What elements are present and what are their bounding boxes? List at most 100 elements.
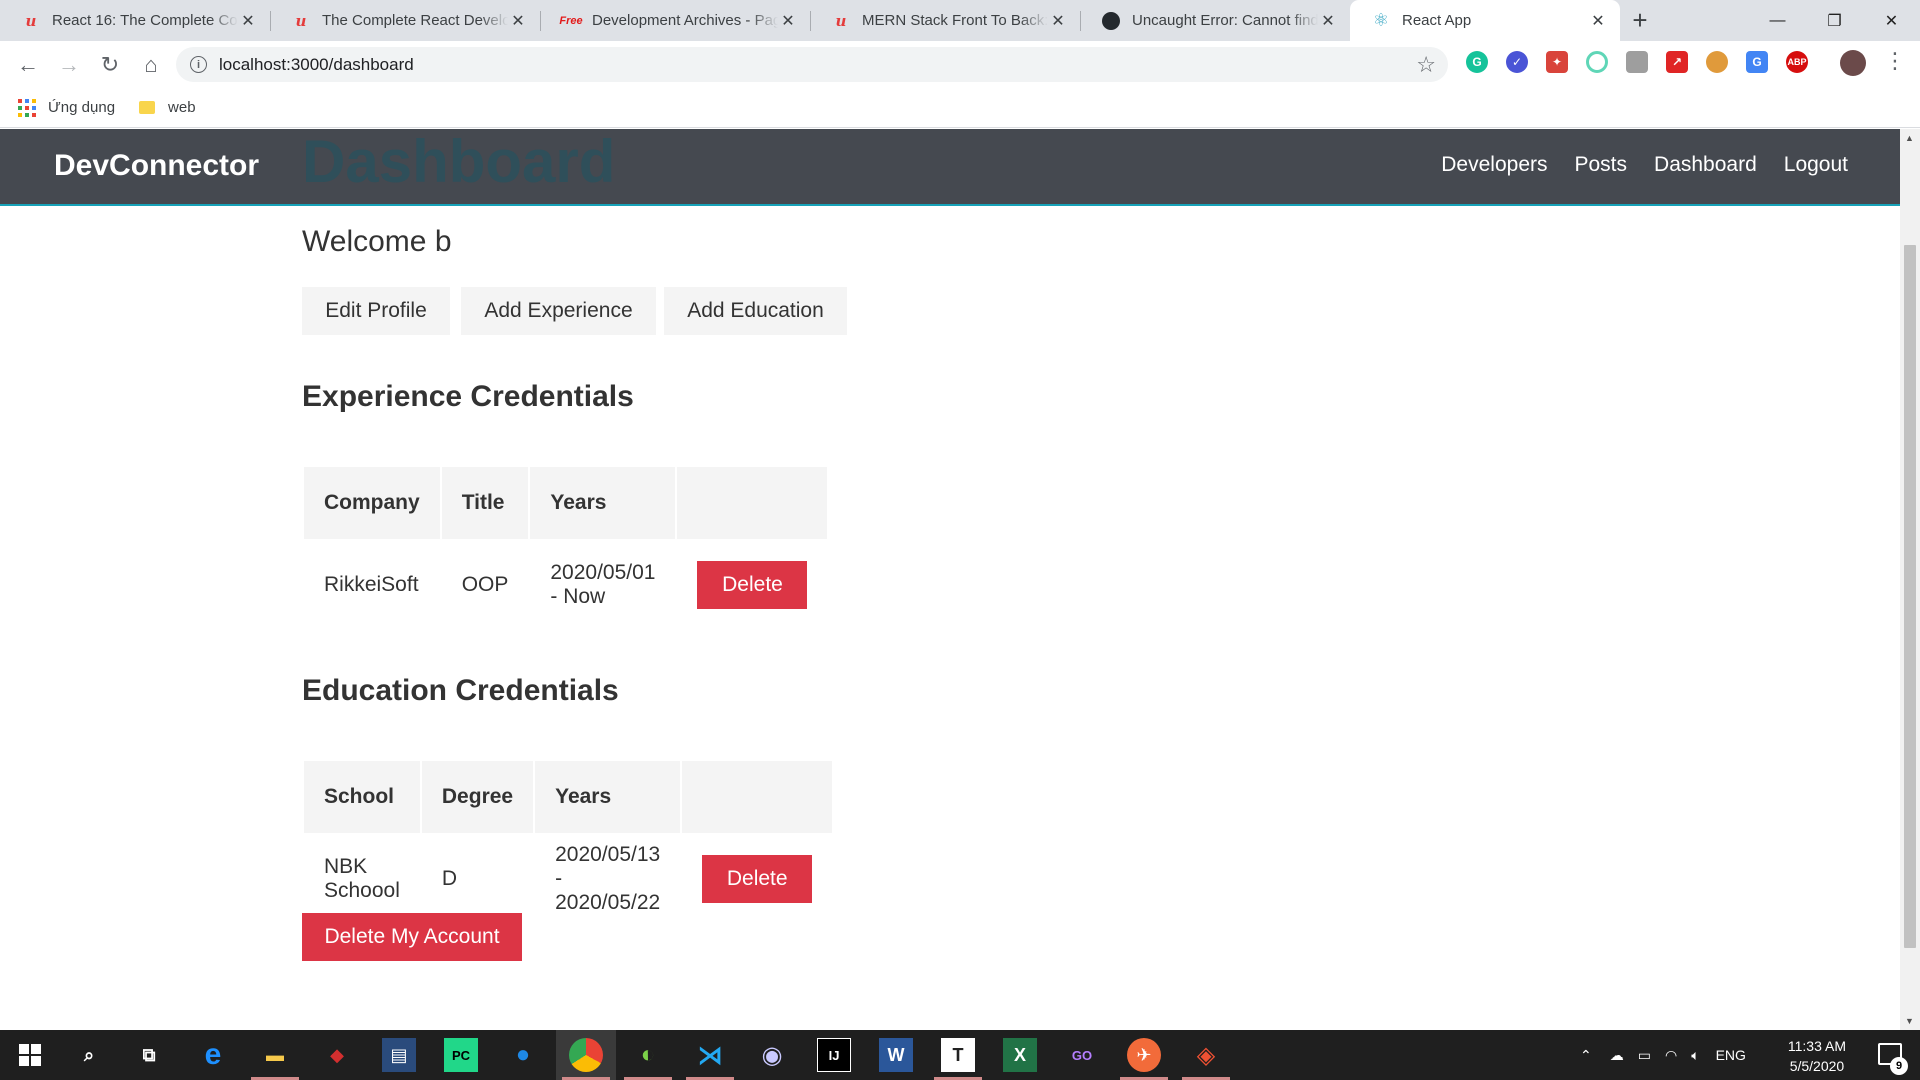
- site-info-icon[interactable]: i: [190, 56, 207, 73]
- browser-tab[interactable]: Free Development Archives - Page ✕: [540, 0, 810, 41]
- windows-start-icon[interactable]: [13, 1038, 47, 1072]
- column-header: Title: [441, 467, 529, 539]
- grammarly-icon[interactable]: G: [1466, 51, 1488, 73]
- home-icon[interactable]: ⌂: [131, 47, 171, 83]
- app-icon[interactable]: ◆: [320, 1038, 354, 1072]
- udemy-icon: u: [25, 11, 37, 30]
- window-controls: — ❐ ✕: [1749, 0, 1920, 41]
- nav-link-logout[interactable]: Logout: [1784, 153, 1848, 177]
- free-icon: Free: [559, 14, 583, 27]
- volume-icon[interactable]: 🔈︎: [1691, 1047, 1699, 1064]
- new-tab-button[interactable]: +: [1620, 0, 1660, 41]
- close-tab-icon[interactable]: ✕: [778, 11, 798, 31]
- wifi-icon[interactable]: ◠: [1665, 1047, 1677, 1064]
- column-header: Degree: [421, 761, 534, 833]
- translate-icon[interactable]: G: [1746, 51, 1768, 73]
- restore-icon[interactable]: ❐: [1806, 0, 1863, 41]
- system-tray: ⌃ ☁ ▭ ◠ 🔈︎ ENG: [1580, 1030, 1746, 1080]
- app-icon[interactable]: ◐: [631, 1038, 665, 1072]
- excel-icon[interactable]: X: [1003, 1038, 1037, 1072]
- browser-tab-active[interactable]: ⚛ React App ✕: [1350, 0, 1620, 41]
- education-section-title: Education Credentials: [302, 674, 619, 707]
- add-experience-button[interactable]: Add Experience: [461, 287, 656, 335]
- extension-icon[interactable]: [1586, 51, 1608, 73]
- chrome-icon[interactable]: [569, 1038, 603, 1072]
- apps-grid-icon[interactable]: [18, 98, 36, 117]
- pycharm-icon[interactable]: PC: [444, 1038, 478, 1072]
- extension-icon[interactable]: ↗: [1666, 51, 1688, 73]
- column-header: [677, 467, 828, 539]
- bookmark-apps[interactable]: Ứng dụng: [48, 99, 115, 116]
- typora-icon[interactable]: T: [941, 1038, 975, 1072]
- task-view-icon[interactable]: ⧉: [132, 1038, 166, 1072]
- avatar[interactable]: [1840, 50, 1866, 76]
- page-scrollbar[interactable]: ▲ ▼: [1900, 129, 1920, 1030]
- delete-education-button[interactable]: Delete: [702, 855, 813, 903]
- column-header: [682, 761, 833, 833]
- browser-menu-icon[interactable]: ⋮: [1884, 50, 1906, 72]
- adblock-icon[interactable]: ABP: [1786, 51, 1808, 73]
- brand-logo[interactable]: DevConnector: [54, 149, 259, 183]
- nav-link-posts[interactable]: Posts: [1575, 153, 1628, 177]
- word-icon[interactable]: W: [879, 1038, 913, 1072]
- show-hidden-icons-icon[interactable]: ⌃: [1580, 1047, 1592, 1064]
- bookmark-folder-web[interactable]: web: [168, 99, 196, 116]
- close-tab-icon[interactable]: ✕: [1048, 11, 1068, 31]
- delete-account-button[interactable]: Delete My Account: [302, 913, 522, 961]
- close-tab-icon[interactable]: ✕: [1588, 11, 1608, 31]
- browser-tab[interactable]: u MERN Stack Front To Back: F ✕: [810, 0, 1080, 41]
- folder-icon: [139, 101, 156, 114]
- check-extension-icon[interactable]: ✓: [1506, 51, 1528, 73]
- battery-icon[interactable]: ▭: [1638, 1047, 1651, 1064]
- column-header: Years: [530, 467, 676, 539]
- scrollbar-thumb[interactable]: [1904, 245, 1916, 948]
- experience-table: Company Title Years RikkeiSoft OOP 2020/…: [302, 465, 829, 631]
- bookmark-star-icon[interactable]: ☆: [1416, 52, 1436, 78]
- file-explorer-icon[interactable]: ▬: [258, 1038, 292, 1072]
- close-tab-icon[interactable]: ✕: [508, 11, 528, 31]
- goland-icon[interactable]: GO: [1065, 1038, 1099, 1072]
- onedrive-icon[interactable]: ☁: [1610, 1047, 1624, 1064]
- close-window-icon[interactable]: ✕: [1863, 0, 1920, 41]
- scroll-down-icon[interactable]: ▼: [1905, 1016, 1914, 1026]
- extension-icon[interactable]: [1626, 51, 1648, 73]
- browser-tab[interactable]: u React 16: The Complete Cour ✕: [0, 0, 270, 41]
- close-tab-icon[interactable]: ✕: [1318, 11, 1338, 31]
- browser-tab[interactable]: u The Complete React Develop ✕: [270, 0, 540, 41]
- udemy-icon: u: [835, 11, 847, 30]
- forward-icon[interactable]: →: [49, 47, 89, 83]
- minimize-icon[interactable]: —: [1749, 0, 1806, 41]
- sql-icon[interactable]: ▤: [382, 1038, 416, 1072]
- back-icon[interactable]: ←: [8, 47, 48, 83]
- scroll-up-icon[interactable]: ▲: [1905, 133, 1914, 143]
- browser-tab-strip: u React 16: The Complete Cour ✕ u The Co…: [0, 0, 1920, 41]
- reload-icon[interactable]: ↻: [90, 47, 130, 83]
- language-indicator[interactable]: ENG: [1716, 1047, 1746, 1063]
- postman-icon[interactable]: ✈: [1127, 1038, 1161, 1072]
- action-cell: Delete: [682, 835, 832, 923]
- eclipse-icon[interactable]: ◉: [755, 1038, 789, 1072]
- intellij-icon[interactable]: IJ: [817, 1038, 851, 1072]
- nav-link-dashboard[interactable]: Dashboard: [1654, 153, 1757, 177]
- education-table: School Degree Years NBK Schoool D 2020/0…: [302, 759, 834, 925]
- taskbar-clock[interactable]: 11:33 AM 5/5/2020: [1788, 1036, 1846, 1076]
- vscode-icon[interactable]: ⋊: [693, 1038, 727, 1072]
- react-icon: ⚛: [1372, 10, 1390, 30]
- search-icon[interactable]: ⌕: [72, 1038, 106, 1072]
- cookie-icon[interactable]: [1706, 51, 1728, 73]
- nav-link-developers[interactable]: Developers: [1441, 153, 1547, 177]
- extension-icon[interactable]: ✦: [1546, 51, 1568, 73]
- add-education-button[interactable]: Add Education: [664, 287, 847, 335]
- table-row: NBK Schoool D 2020/05/13 - 2020/05/22 De…: [304, 835, 832, 923]
- git-icon[interactable]: ◈: [1189, 1038, 1223, 1072]
- notification-count-badge: 9: [1890, 1057, 1908, 1075]
- maps-icon[interactable]: ●: [506, 1038, 540, 1072]
- address-bar[interactable]: i localhost:3000/dashboard ☆: [176, 47, 1448, 82]
- edit-profile-button[interactable]: Edit Profile: [302, 287, 450, 335]
- years-cell: 2020/05/13 - 2020/05/22: [555, 843, 661, 914]
- browser-tab[interactable]: Uncaught Error: Cannot find ✕: [1080, 0, 1350, 41]
- edge-icon[interactable]: e: [196, 1038, 230, 1072]
- tab-title: MERN Stack Front To Back: F: [862, 12, 1048, 29]
- delete-experience-button[interactable]: Delete: [697, 561, 808, 609]
- close-tab-icon[interactable]: ✕: [238, 11, 258, 31]
